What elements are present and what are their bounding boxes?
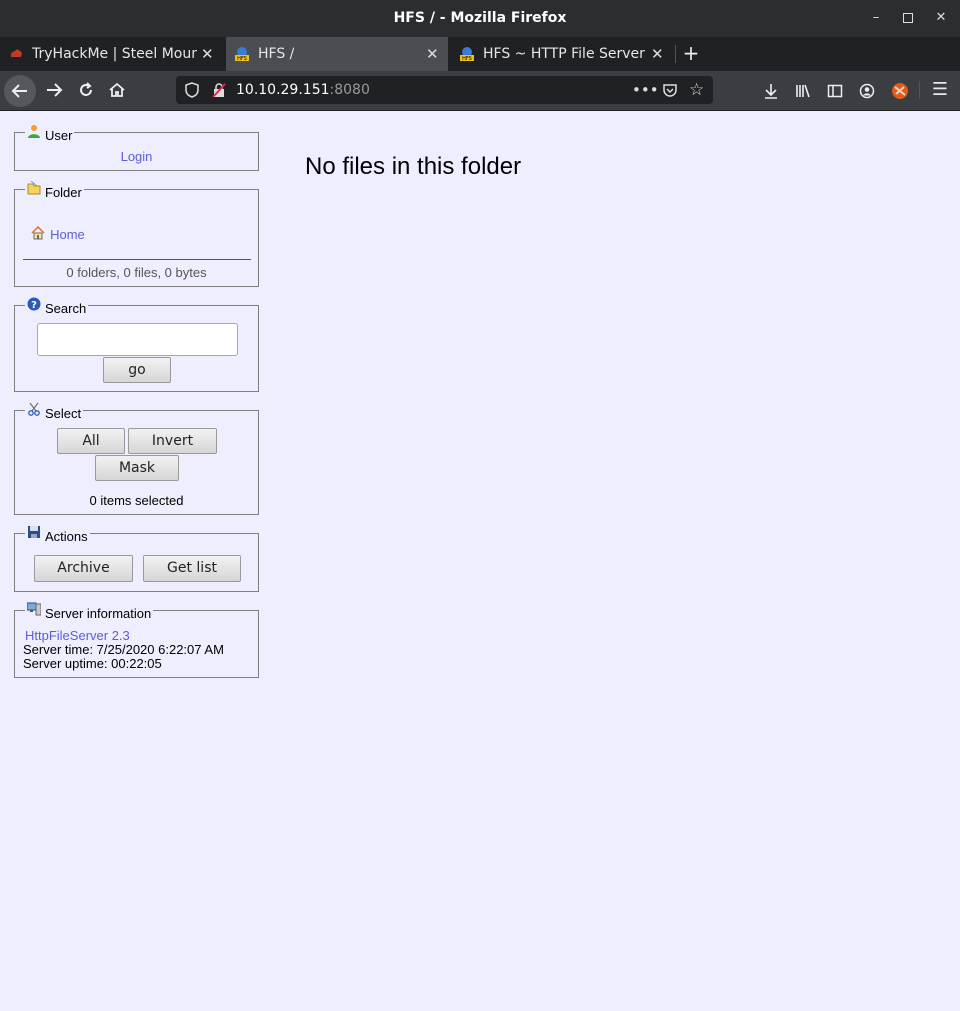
maximize-icon [903,12,913,23]
back-button[interactable] [4,75,36,107]
tracking-protection-shield-icon[interactable] [184,82,200,98]
user-panel: User Login [14,124,259,171]
close-window-button[interactable]: ✕ [931,8,951,28]
get-list-button[interactable]: Get list [143,555,241,582]
url-text[interactable]: 10.10.29.151:8080 [236,76,370,104]
folder-divider [23,259,251,260]
select-invert-button[interactable]: Invert [128,428,217,454]
save-disk-icon [28,526,40,538]
help-question-icon: ? [27,297,41,311]
pocket-icon[interactable] [662,82,678,98]
home-button[interactable] [103,76,131,104]
empty-folder-message: No files in this folder [305,153,522,180]
forward-arrow-icon [47,83,63,97]
close-tab-icon[interactable]: ✕ [651,37,664,71]
reload-icon [80,82,92,96]
search-panel: ? Search go [14,297,259,392]
tab-hfs-info[interactable]: HFS HFS ~ HTTP File Server ✕ [451,37,675,71]
new-tab-button[interactable]: + [680,37,702,71]
page-actions-menu-icon[interactable]: ••• [632,76,659,104]
library-icon [796,84,810,97]
tab-separator [675,45,676,63]
maximize-button[interactable] [898,8,918,28]
server-info-panel: Server information HttpFileServer 2.3 Se… [14,602,259,678]
login-link[interactable]: Login [15,149,258,164]
search-input[interactable] [37,323,238,356]
server-uptime: Server uptime: 00:22:05 [23,656,162,671]
select-mask-button[interactable]: Mask [95,455,179,481]
svg-text:?: ? [31,300,37,311]
home-icon [109,82,125,97]
search-panel-legend: ? Search [25,297,89,316]
insecure-connection-lock-icon[interactable] [211,82,227,98]
home-link[interactable]: Home [50,227,85,242]
folder-stats: 0 folders, 0 files, 0 bytes [66,265,207,280]
account-icon [859,83,875,98]
folder-panel: Folder Home 0 folders, 0 files, 0 bytes [14,181,259,287]
reload-button[interactable] [72,76,100,104]
app-menu-button[interactable]: ☰ [927,76,953,104]
back-arrow-icon [11,84,27,98]
archive-button[interactable]: Archive [34,555,133,582]
close-tab-icon[interactable]: ✕ [426,37,439,71]
hfs-version-link[interactable]: HttpFileServer 2.3 [25,628,130,643]
svg-text:HFS: HFS [462,56,472,62]
hamburger-menu-icon: ☰ [931,79,949,100]
forward-button[interactable] [40,76,68,104]
server-time: Server time: 7/25/2020 6:22:07 AM [23,642,224,657]
download-icon [765,83,777,99]
tryhackme-favicon-icon [10,49,22,57]
sidebar-toggle-button[interactable] [822,76,848,104]
select-panel-legend: Select [25,402,84,421]
user-panel-legend: User [25,124,75,143]
address-bar[interactable]: 10.10.29.151:8080 ••• ☆ [176,76,713,104]
breadcrumb: Home [31,224,85,243]
close-tab-icon[interactable]: ✕ [201,37,214,71]
bookmark-star-icon[interactable]: ☆ [689,76,704,104]
folder-icon [27,181,41,195]
folder-panel-legend: Folder [25,181,84,200]
tab-hfs-root[interactable]: HFS HFS / ✕ [226,37,448,71]
server-info-legend: Server information [25,602,154,621]
tab-tryhackme[interactable]: TryHackMe | Steel Mount ✕ [0,37,224,71]
select-panel: Select All Invert Mask 0 items selected [14,402,259,515]
user-icon [28,125,40,138]
toolbar-separator [919,81,920,99]
window-titlebar: HFS / - Mozilla Firefox – ✕ [0,0,960,37]
navigation-toolbar: 10.10.29.151:8080 ••• ☆ ☰ [0,71,960,111]
extension-badge-icon [892,82,908,99]
sidebar-icon [827,84,843,97]
svg-text:HFS: HFS [237,56,247,62]
actions-panel-legend: Actions [25,525,90,544]
home-folder-icon [31,225,45,240]
search-go-button[interactable]: go [103,357,171,383]
downloads-button[interactable] [758,76,784,104]
minimize-button[interactable]: – [866,8,886,28]
window-title: HFS / - Mozilla Firefox [393,10,567,26]
actions-panel: Actions Archive Get list [14,525,259,592]
server-computer-icon [27,602,41,616]
select-all-button[interactable]: All [57,428,125,454]
extension-button[interactable] [887,76,913,104]
account-button[interactable] [854,76,880,104]
scissors-icon [28,402,40,416]
page-content: User Login Folder Home 0 folders, 0 file… [0,111,960,1011]
tab-strip: TryHackMe | Steel Mount ✕ HFS HFS / ✕ HF… [0,37,960,71]
library-button[interactable] [790,76,816,104]
selection-count: 0 items selected [89,493,184,508]
hfs-favicon-icon: HFS [460,47,474,62]
hfs-favicon-icon: HFS [235,47,249,62]
